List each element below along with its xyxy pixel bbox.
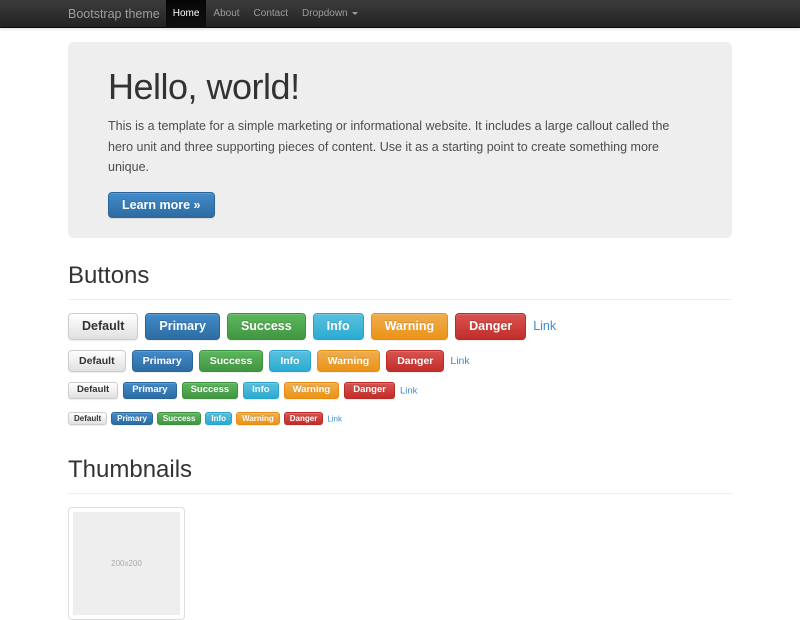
warning-button-xs[interactable]: Warning — [236, 412, 280, 425]
navbar: Bootstrap theme Home About Contact Dropdown — [0, 0, 800, 28]
nav-item-dropdown[interactable]: Dropdown — [295, 0, 365, 28]
danger-button-lg[interactable]: Danger — [455, 313, 526, 339]
primary-button-sm[interactable]: Primary — [123, 382, 176, 399]
navbar-container: Bootstrap theme Home About Contact Dropdown — [68, 0, 732, 28]
danger-button-xs[interactable]: Danger — [284, 412, 324, 425]
info-button-sm[interactable]: Info — [243, 382, 278, 399]
default-button-md[interactable]: Default — [68, 350, 126, 372]
page-container: Hello, world! This is a template for a s… — [68, 42, 732, 620]
link-button-lg[interactable]: Link — [533, 319, 556, 333]
nav-item-label: Home — [173, 8, 200, 19]
primary-button-xs[interactable]: Primary — [111, 412, 153, 425]
default-button-sm[interactable]: Default — [68, 382, 118, 399]
primary-button-md[interactable]: Primary — [132, 350, 193, 372]
button-row-md: Default Primary SuccessInfo WarningDanger Li… — [68, 350, 732, 372]
success-button-sm[interactable]: Success — [182, 382, 239, 399]
info-button-lg[interactable]: Info — [313, 313, 364, 339]
nav-item-label: Dropdown — [302, 8, 348, 19]
hero-unit: Hello, world! This is a template for a s… — [68, 42, 732, 238]
nav-item-label: About — [213, 8, 239, 19]
info-button-md[interactable]: Info — [269, 350, 310, 372]
primary-button-lg[interactable]: Primary — [145, 313, 220, 339]
buttons-section-title: Buttons — [68, 262, 732, 290]
warning-button-sm[interactable]: Warning — [284, 382, 340, 399]
learn-more-button[interactable]: Learn more » — [108, 192, 215, 218]
button-row-sm: Default Primary SuccessInfo WarningDanger Li… — [68, 382, 732, 400]
thumbnails-section-header: Thumbnails — [68, 456, 732, 494]
nav-item-about[interactable]: About — [206, 0, 246, 28]
warning-button-lg[interactable]: Warning — [371, 313, 449, 339]
navbar-brand[interactable]: Bootstrap theme — [68, 0, 160, 28]
danger-button-sm[interactable]: Danger — [344, 382, 395, 399]
nav-item-contact[interactable]: Contact — [247, 0, 295, 28]
info-button-xs[interactable]: Info — [205, 412, 232, 425]
caret-down-icon — [352, 12, 358, 15]
link-button-xs[interactable]: Link — [327, 414, 342, 423]
success-button-lg[interactable]: Success — [227, 313, 306, 339]
success-button-xs[interactable]: Success — [157, 412, 201, 425]
danger-button-md[interactable]: Danger — [386, 350, 444, 372]
default-button-lg[interactable]: Default — [68, 313, 138, 339]
warning-button-md[interactable]: Warning — [317, 350, 381, 372]
default-button-xs[interactable]: Default — [68, 412, 107, 425]
button-row-xs: Default Primary Success Info Warning DangerLi… — [68, 410, 732, 428]
buttons-section-header: Buttons — [68, 262, 732, 300]
thumbnail-link[interactable]: 200x200 — [68, 507, 185, 620]
link-button-sm[interactable]: Link — [400, 385, 417, 396]
button-row-lg: Default Primary Success Info WarningDanger Li… — [68, 313, 732, 339]
nav-item-home[interactable]: Home — [166, 0, 207, 28]
thumbnails-section-title: Thumbnails — [68, 456, 732, 484]
link-button-md[interactable]: Link — [450, 355, 469, 367]
navbar-menu: Home About Contact Dropdown — [166, 0, 365, 28]
nav-item-label: Contact — [254, 8, 288, 19]
success-button-md[interactable]: Success — [199, 350, 264, 372]
hero-description: This is a template for a simple marketin… — [108, 116, 692, 178]
button-rows: DefaultPrimarySuccessInfoWarningDangerLi… — [68, 313, 732, 427]
placeholder-image: 200x200 — [73, 512, 180, 615]
hero-title: Hello, world! — [108, 66, 692, 108]
